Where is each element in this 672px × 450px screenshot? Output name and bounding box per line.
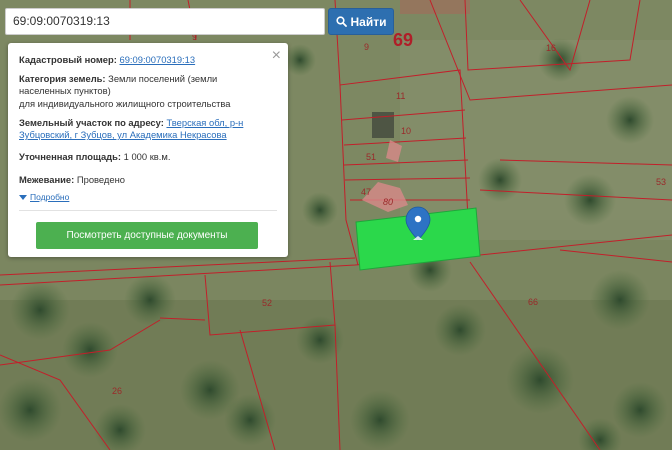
land-category-value-line2: населенных пунктов) xyxy=(19,85,111,97)
svg-text:9: 9 xyxy=(364,42,369,52)
svg-text:51: 51 xyxy=(366,152,376,162)
card-divider xyxy=(19,209,277,211)
land-category-label: Категория земель: xyxy=(19,73,106,85)
view-documents-button[interactable]: Посмотреть доступные документы xyxy=(36,222,258,249)
survey-value: Проведено xyxy=(76,173,125,185)
area-label: Уточненная площадь: xyxy=(19,151,122,163)
svg-text:10: 10 xyxy=(401,126,411,136)
more-details-label: Подробно xyxy=(30,191,70,202)
close-icon[interactable]: × xyxy=(272,46,281,67)
address-label: Земельный участок по адресу: xyxy=(19,116,164,128)
search-button-label: Найти xyxy=(350,14,387,29)
caret-down-icon xyxy=(19,194,27,200)
land-category-value-line3: для индивидуального жилищного строительс… xyxy=(19,97,231,109)
survey-label: Межевание: xyxy=(19,173,75,185)
search-input[interactable]: 69:09:0070319:13 xyxy=(5,8,325,35)
search-button[interactable]: Найти xyxy=(328,8,394,35)
svg-text:47: 47 xyxy=(361,187,371,197)
land-category-value-line1: Земли поселений (земли xyxy=(108,73,218,85)
svg-text:26: 26 xyxy=(112,386,122,396)
address-link-line2[interactable]: Зубцовский, г Зубцов, ул Академика Некра… xyxy=(19,129,227,140)
cadastral-number-link[interactable]: 69:09:0070319:13 xyxy=(119,54,195,65)
svg-text:16: 16 xyxy=(546,43,556,53)
parcel-info-card: × Кадастровый номер: 69:09:0070319:13 Ка… xyxy=(8,43,288,257)
more-details-toggle[interactable]: Подробно xyxy=(19,192,277,203)
search-icon xyxy=(335,16,347,27)
svg-text:69: 69 xyxy=(393,30,413,50)
cadastral-number-label: Кадастровый номер: xyxy=(19,54,117,65)
area-value: 1 000 кв.м. xyxy=(123,151,171,163)
svg-text:80: 80 xyxy=(383,197,393,207)
svg-text:52: 52 xyxy=(262,298,272,308)
svg-text:66: 66 xyxy=(528,297,538,307)
svg-text:53: 53 xyxy=(656,177,666,187)
address-link-line1[interactable]: Тверская обл, р-н xyxy=(166,117,243,128)
svg-text:11: 11 xyxy=(396,91,405,101)
